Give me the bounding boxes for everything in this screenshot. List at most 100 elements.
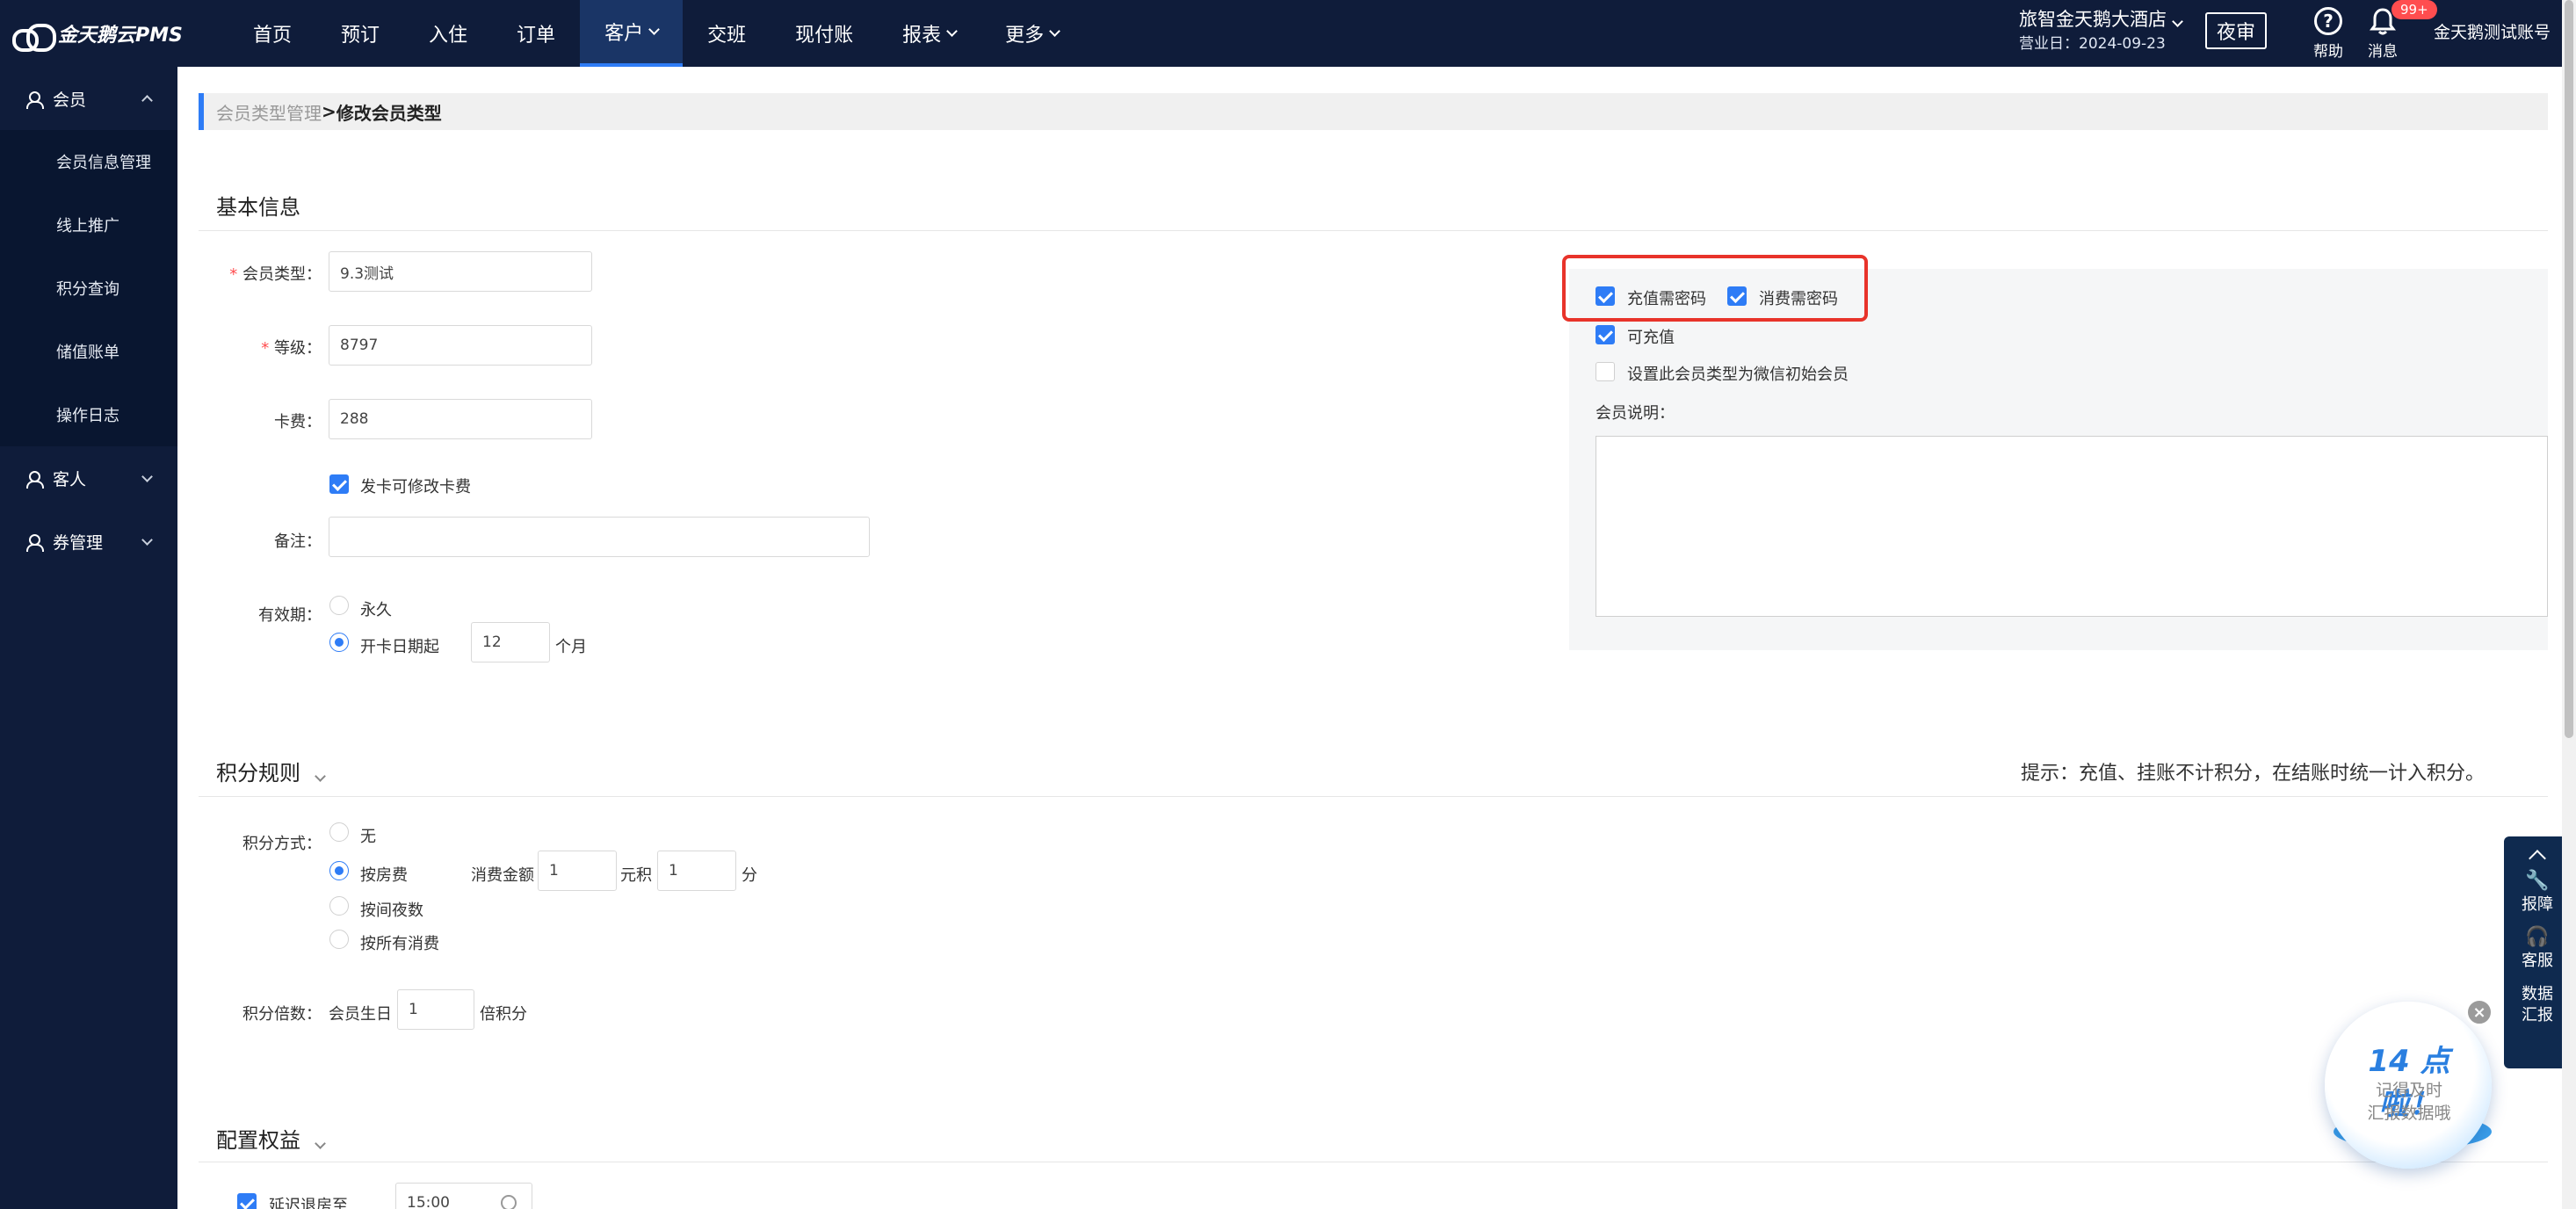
close-icon[interactable]: ×	[2465, 998, 2493, 1026]
wechat-default-checkbox[interactable]	[1596, 362, 1615, 381]
nav-home[interactable]: 首页	[228, 0, 316, 67]
brand-name: 金天鹅云PMS	[58, 25, 183, 47]
scrollbar-thumb[interactable]	[2565, 0, 2573, 738]
validity-label: 有效期：	[258, 606, 322, 625]
nav-reports[interactable]: 报表	[878, 0, 980, 67]
points-by-all-radio[interactable]	[329, 930, 349, 949]
user-icon	[26, 471, 44, 489]
birthday-multiplier-input[interactable]: 1	[397, 989, 474, 1030]
points-by-room-radio[interactable]	[329, 861, 349, 880]
nav-booking[interactable]: 预订	[316, 0, 404, 67]
points-method-label: 积分方式：	[242, 835, 322, 853]
recharge-password-checkbox[interactable]	[1596, 286, 1615, 306]
nav-shift[interactable]: 交班	[683, 0, 771, 67]
basic-info-title: 基本信息	[216, 195, 300, 220]
divider	[199, 796, 2548, 797]
points-tip: 提示：充值、挂账不计积分，在结账时统一计入积分。	[2021, 763, 2486, 785]
sidebar-item-stored-value-bill[interactable]: 储值账单	[0, 320, 177, 383]
level-label: * 等级：	[261, 339, 322, 358]
breadcrumb-parent[interactable]: 会员类型管理	[216, 99, 322, 125]
points-multiplier-label: 积分倍数：	[242, 1005, 322, 1024]
user-icon	[26, 534, 44, 552]
messages-button[interactable]: 99+ 消息	[2356, 0, 2437, 61]
floating-toolbar: 🔧 报障 🎧 客服 数据 汇报	[2504, 836, 2571, 1068]
sidebar: 会员 会员信息管理 线上推广 积分查询 储值账单 操作日志 客人 券管理	[0, 67, 177, 1209]
validity-from-open-radio[interactable]	[329, 633, 349, 652]
user-icon	[26, 91, 44, 109]
spend-amount-input[interactable]: 1	[538, 851, 617, 891]
member-type-label: * 会员类型：	[229, 265, 322, 284]
nav-orders[interactable]: 订单	[492, 0, 580, 67]
chevron-down-icon	[1049, 25, 1061, 37]
sidebar-item-online-promotion[interactable]: 线上推广	[0, 193, 177, 257]
sidebar-item-points-query[interactable]: 积分查询	[0, 257, 177, 320]
business-date: 营业日：2024-09-23	[2019, 35, 2166, 53]
level-input[interactable]: 8797	[329, 325, 592, 366]
top-navbar: 金天鹅云PMS 首页 预订 入住 订单 客户 交班 现付账 报表 更多 旅智金天…	[0, 0, 2576, 67]
customer-service-button[interactable]: 🎧 客服	[2504, 924, 2571, 972]
brand-logo[interactable]: 金天鹅云PMS	[12, 16, 183, 52]
report-issue-button[interactable]: 🔧 报障	[2504, 868, 2571, 916]
points-by-all-label: 按所有消费	[360, 935, 439, 953]
points-per-yuan-input[interactable]: 1	[657, 851, 736, 891]
sidebar-submenu: 会员信息管理 线上推广 积分查询 储值账单 操作日志	[0, 130, 177, 446]
points-rules-title[interactable]: 积分规则	[216, 756, 326, 786]
help-button[interactable]: ? 帮助	[2302, 4, 2355, 61]
spend-amount-label: 消费金额	[471, 866, 534, 885]
chevron-down-icon	[946, 25, 958, 37]
fee-editable-checkbox[interactable]	[329, 474, 349, 494]
headset-icon: 🎧	[2525, 926, 2550, 948]
chevron-up-icon	[141, 95, 153, 106]
points-by-room-label: 按房费	[360, 866, 408, 885]
chevron-down-icon	[315, 771, 326, 782]
points-unit: 分	[742, 866, 757, 885]
validity-from-open-label: 开卡日期起	[360, 638, 439, 656]
note-input[interactable]	[329, 517, 870, 557]
chevron-down-icon	[648, 23, 660, 35]
validity-forever-label: 永久	[360, 601, 392, 619]
member-type-input[interactable]: 9.3测试	[329, 251, 592, 292]
nav-more[interactable]: 更多	[980, 0, 1083, 67]
consume-password-checkbox[interactable]	[1727, 286, 1747, 306]
night-audit-button[interactable]: 夜审	[2205, 12, 2267, 49]
nav-customers[interactable]: 客户	[580, 0, 684, 67]
sidebar-item-member-info[interactable]: 会员信息管理	[0, 130, 177, 193]
validity-forever-radio[interactable]	[329, 596, 349, 615]
hotel-selector[interactable]: 旅智金天鹅大酒店 营业日：2024-09-23	[2019, 7, 2183, 56]
rechargeable-label: 可充值	[1627, 329, 1675, 347]
chevron-down-icon	[141, 534, 153, 546]
sidebar-item-operation-log[interactable]: 操作日志	[0, 383, 177, 446]
breadcrumb-current: 修改会员类型	[336, 102, 442, 124]
chevron-down-icon	[315, 1138, 326, 1149]
nav-checkin[interactable]: 入住	[404, 0, 492, 67]
sidebar-group-coupons[interactable]: 券管理	[0, 510, 177, 573]
benefits-title[interactable]: 配置权益	[216, 1123, 326, 1154]
card-fee-label: 卡费：	[274, 413, 322, 431]
rechargeable-checkbox[interactable]	[1596, 325, 1615, 344]
late-checkout-checkbox[interactable]	[237, 1193, 257, 1209]
late-checkout-label: 延迟退房至	[269, 1197, 348, 1209]
birthday-label: 会员生日	[329, 1005, 392, 1024]
message-badge: 99+	[2391, 0, 2437, 19]
divider	[199, 230, 2548, 231]
points-by-nights-radio[interactable]	[329, 896, 349, 916]
yuan-label: 元积	[620, 866, 652, 885]
sidebar-group-guest[interactable]: 客人	[0, 446, 177, 510]
clock-icon	[501, 1195, 517, 1209]
sidebar-group-member[interactable]: 会员	[0, 67, 177, 130]
points-by-nights-label: 按间夜数	[360, 901, 423, 920]
consume-password-label: 消费需密码	[1759, 290, 1838, 308]
note-label: 备注：	[274, 532, 322, 551]
scroll-top-button[interactable]	[2504, 836, 2571, 868]
card-fee-input[interactable]: 288	[329, 399, 592, 439]
chevron-down-icon	[2172, 16, 2183, 27]
member-description-textarea[interactable]	[1596, 436, 2548, 617]
reminder-text: 记得及时 汇报数据哦	[2367, 1081, 2451, 1123]
account-menu[interactable]: 金天鹅测试账号	[2434, 19, 2551, 43]
nav-cash-account[interactable]: 现付账	[771, 0, 878, 67]
points-none-radio[interactable]	[329, 822, 349, 842]
validity-months-input[interactable]: 12	[471, 622, 550, 662]
wrench-icon: 🔧	[2525, 870, 2550, 892]
data-report-button[interactable]: 数据 汇报	[2504, 984, 2571, 1026]
recharge-password-label: 充值需密码	[1627, 290, 1706, 308]
